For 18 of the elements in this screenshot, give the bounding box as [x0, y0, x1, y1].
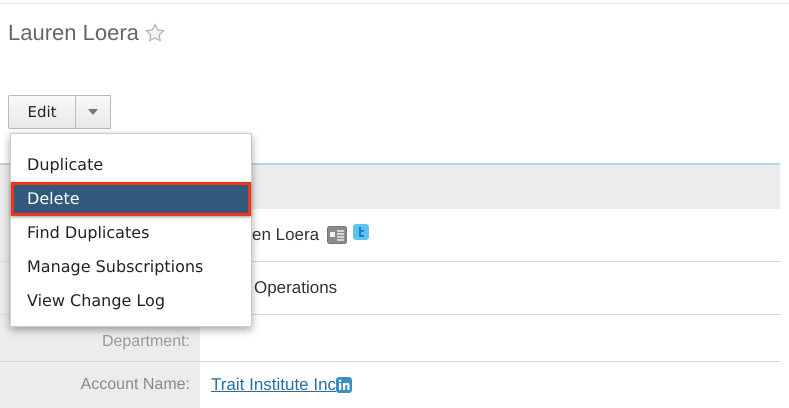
field-label: Account Name:	[80, 376, 190, 394]
menu-item[interactable]: View Change Log	[11, 284, 251, 318]
vcard-icon[interactable]	[327, 226, 348, 244]
caret-icon	[88, 109, 98, 115]
menu-item[interactable]: Find Duplicates	[11, 216, 251, 250]
record-title: Lauren Loera	[8, 20, 139, 46]
menu-item[interactable]: Manage Subscriptions	[11, 250, 251, 284]
menu-item[interactable]: Duplicate	[11, 148, 251, 182]
menu-item[interactable]: Delete	[11, 182, 251, 216]
linkedin-icon[interactable]	[336, 377, 352, 393]
edit-button[interactable]: Edit	[8, 95, 76, 129]
field-value: Operations	[254, 278, 338, 298]
dropdown-toggle-button[interactable]	[76, 95, 111, 129]
star-icon[interactable]	[144, 23, 165, 43]
field-value: en Loera	[252, 225, 320, 245]
twitter-icon[interactable]	[353, 224, 370, 240]
account-link[interactable]: Trait Institute Inc	[211, 375, 336, 395]
field-label: Department:	[102, 333, 190, 351]
